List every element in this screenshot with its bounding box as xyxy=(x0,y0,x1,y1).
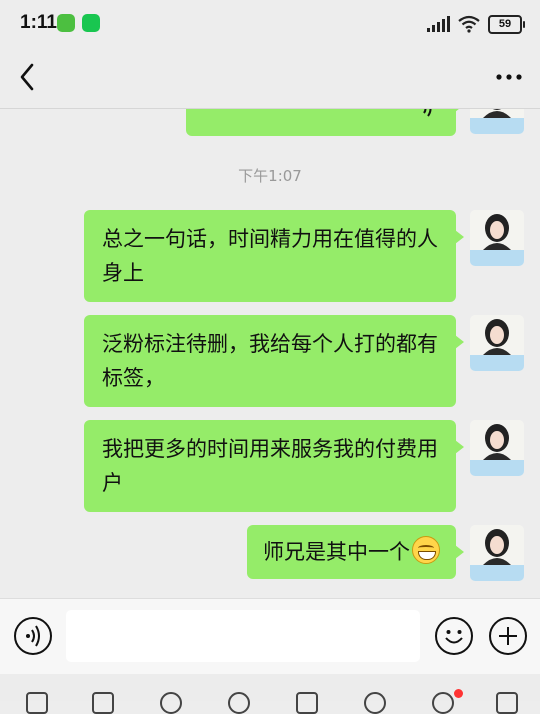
app-notification-icon xyxy=(57,14,75,32)
avatar-nameplate xyxy=(470,565,524,581)
message-bubble[interactable]: 师兄是其中一个 xyxy=(247,525,464,579)
battery-icon: 59 xyxy=(488,14,525,34)
search-icon[interactable] xyxy=(160,692,182,714)
smiley-icon xyxy=(445,630,463,644)
pin-icon[interactable] xyxy=(432,692,454,714)
bottom-toolbar xyxy=(0,674,540,714)
mic-icon[interactable] xyxy=(364,692,386,714)
more-options-button[interactable] xyxy=(494,64,524,90)
status-indicators: 59 xyxy=(427,14,525,34)
voice-bubble[interactable]: 60" xyxy=(186,108,464,136)
grid-icon[interactable] xyxy=(26,692,48,714)
keyboard-icon[interactable] xyxy=(92,692,114,714)
voice-input-button[interactable] xyxy=(14,617,52,655)
message-row: 总之一句话，时间精力用在值得的人身上 xyxy=(84,210,524,302)
grinning-face-icon xyxy=(412,536,440,564)
avatar[interactable] xyxy=(470,420,524,476)
avatar-nameplate xyxy=(470,460,524,476)
back-button[interactable] xyxy=(14,60,44,94)
avatar[interactable] xyxy=(470,525,524,581)
avatar[interactable] xyxy=(470,210,524,266)
avatar[interactable] xyxy=(470,315,524,371)
message-input-bar xyxy=(0,598,540,674)
voice-wave-icon xyxy=(423,108,432,117)
more-functions-button[interactable] xyxy=(489,617,527,655)
voice-duration: 60" xyxy=(373,108,408,116)
voice-message[interactable]: 60" xyxy=(186,108,524,136)
message-timestamp: 下午1:07 xyxy=(238,167,302,185)
avatar[interactable] xyxy=(470,108,524,134)
emoji-panel-icon[interactable] xyxy=(228,692,250,714)
message-row: 泛粉标注待删，我给每个人打的都有标签， xyxy=(84,315,524,407)
status-time: 1:11 xyxy=(20,12,57,33)
chat-title-bar xyxy=(0,46,540,109)
wifi-icon xyxy=(458,15,480,33)
notification-dot xyxy=(454,689,463,698)
avatar-nameplate xyxy=(470,250,524,266)
avatar-nameplate xyxy=(470,355,524,371)
chat-message-list[interactable]: 60" 下午1:07 总之一句话，时间精力用在值得的人身上 xyxy=(0,108,540,598)
message-bubble[interactable]: 我把更多的时间用来服务我的付费用户 xyxy=(84,420,464,512)
message-bubble[interactable]: 泛粉标注待删，我给每个人打的都有标签， xyxy=(84,315,464,407)
wechat-notification-icon xyxy=(82,14,100,32)
emoji-button[interactable] xyxy=(435,617,473,655)
text-tool-icon[interactable] xyxy=(296,692,318,714)
voice-input-icon xyxy=(26,625,40,647)
collapse-icon[interactable] xyxy=(496,692,518,714)
message-row: 师兄是其中一个 xyxy=(247,525,524,581)
message-row: 我把更多的时间用来服务我的付费用户 xyxy=(84,420,524,512)
signal-icon xyxy=(427,16,450,32)
message-text: 师兄是其中一个 xyxy=(263,540,410,564)
status-bar: 1:11 59 xyxy=(0,0,540,46)
message-input[interactable] xyxy=(66,610,420,662)
message-bubble[interactable]: 总之一句话，时间精力用在值得的人身上 xyxy=(84,210,464,302)
avatar-nameplate xyxy=(470,118,524,134)
